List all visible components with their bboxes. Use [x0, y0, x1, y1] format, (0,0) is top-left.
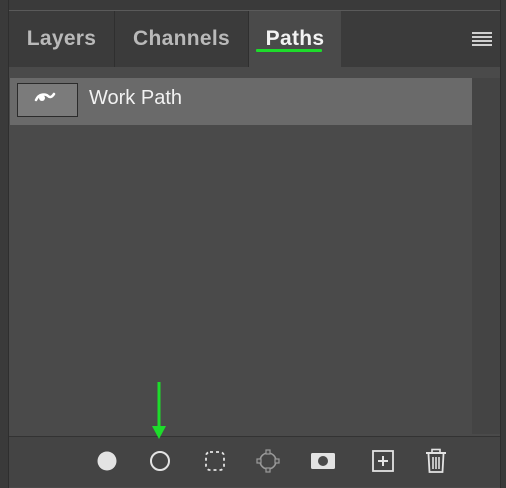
tab-layers[interactable]: Layers [9, 11, 115, 67]
active-tab-underline [256, 49, 322, 52]
stroke-path-icon[interactable] [145, 446, 175, 476]
path-row-work-path[interactable]: Work Path [10, 78, 472, 125]
panel-menu-icon[interactable] [472, 32, 494, 48]
scrollbar-track[interactable] [472, 78, 500, 434]
create-new-path-icon[interactable] [368, 446, 398, 476]
load-path-as-selection-icon[interactable] [200, 446, 230, 476]
make-work-path-icon[interactable] [253, 446, 283, 476]
annotation-arrow-icon [152, 382, 166, 439]
panel-left-edge [0, 0, 9, 488]
tab-paths[interactable]: Paths [249, 11, 341, 67]
panel-tab-bar: Layers Channels Paths [9, 11, 500, 67]
path-name-label: Work Path [89, 87, 182, 109]
panel-right-edge [500, 0, 506, 488]
add-mask-icon[interactable] [308, 446, 338, 476]
path-thumbnail-shape [34, 92, 56, 102]
tab-channels[interactable]: Channels [115, 11, 249, 67]
paths-panel: Layers Channels Paths Work Path [0, 0, 506, 488]
delete-path-icon[interactable] [421, 446, 451, 476]
panel-top-strip [0, 0, 506, 11]
path-thumbnail [17, 83, 78, 117]
fill-path-icon[interactable] [92, 446, 122, 476]
